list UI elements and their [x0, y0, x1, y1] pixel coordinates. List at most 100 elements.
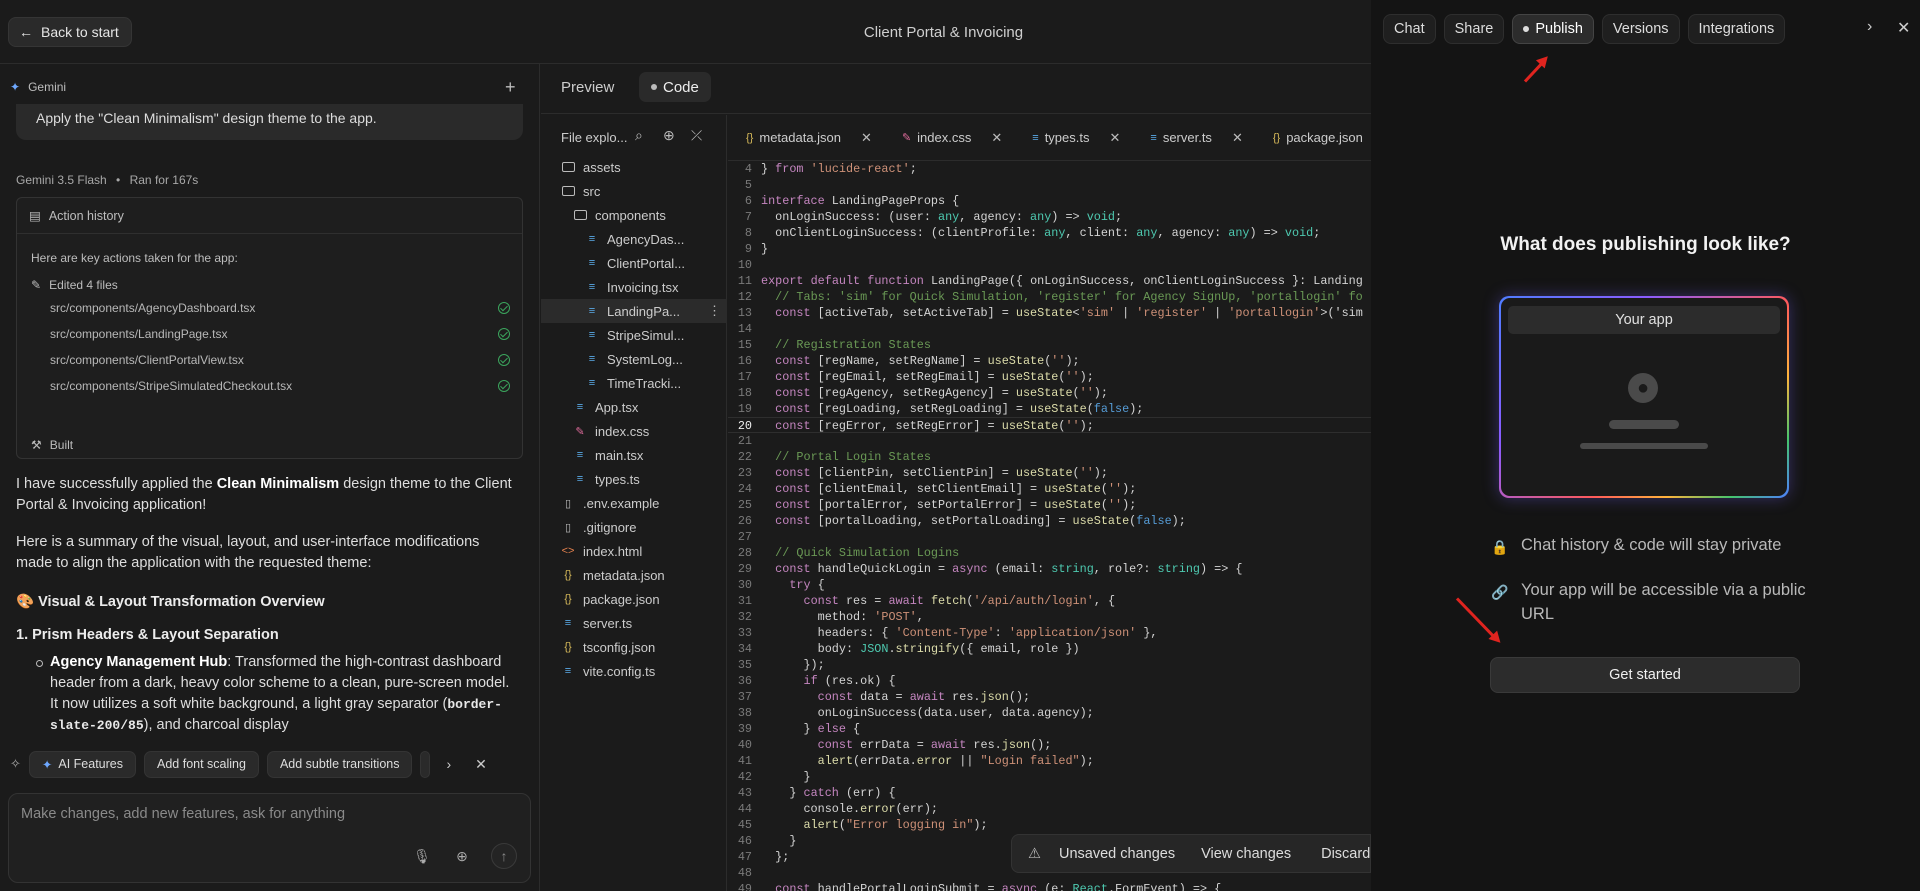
code-line[interactable]: 5	[728, 177, 1371, 193]
tree-item[interactable]: {} metadata.json	[541, 563, 727, 587]
edited-file-row[interactable]: src/components/AgencyDashboard.tsx	[50, 301, 510, 315]
close-tab-icon[interactable]: ✕	[861, 130, 872, 146]
code-line[interactable]: 42 }	[728, 769, 1371, 785]
chat-scroll[interactable]: Apply the "Clean Minimalism" design them…	[0, 104, 540, 784]
new-file-icon[interactable]: ⊕	[663, 127, 675, 144]
code-line[interactable]: 14	[728, 321, 1371, 337]
tree-item[interactable]: ≡ vite.config.ts	[541, 659, 727, 683]
code-line[interactable]: 24 const [clientEmail, setClientEmail] =…	[728, 481, 1371, 497]
code-line[interactable]: 40 const errData = await res.json();	[728, 737, 1371, 753]
code-line[interactable]: 32 method: 'POST',	[728, 609, 1371, 625]
tab-chat[interactable]: Chat	[1383, 14, 1436, 44]
tree-item[interactable]: src	[541, 179, 727, 203]
edited-file-row[interactable]: src/components/ClientPortalView.tsx	[50, 353, 510, 367]
code-line[interactable]: 26 const [portalLoading, setPortalLoadin…	[728, 513, 1371, 529]
code-line[interactable]: 21	[728, 433, 1371, 449]
code-line[interactable]: 17 const [regEmail, setRegEmail] = useSt…	[728, 369, 1371, 385]
code-line[interactable]: 38 onLoginSuccess(data.user, data.agency…	[728, 705, 1371, 721]
tree-item[interactable]: ≡ StripeSimul...	[541, 323, 727, 347]
code-line[interactable]: 15 // Registration States	[728, 337, 1371, 353]
code-line[interactable]: 31 const res = await fetch('/api/auth/lo…	[728, 593, 1371, 609]
tab-integrations[interactable]: Integrations	[1687, 14, 1786, 44]
close-tab-icon[interactable]: ✕	[1109, 130, 1120, 146]
tree-item[interactable]: ≡ AgencyDas...	[541, 227, 727, 251]
tree-item[interactable]: ≡ server.ts	[541, 611, 727, 635]
chevron-right-icon[interactable]: ›	[446, 756, 451, 772]
tab-code[interactable]: Code	[639, 72, 711, 102]
close-icon[interactable]: ✕	[1897, 18, 1910, 38]
code-line[interactable]: 6 interface LandingPageProps {	[728, 193, 1371, 209]
code-line[interactable]: 41 alert(errData.error || "Login failed"…	[728, 753, 1371, 769]
new-chat-button[interactable]: +	[505, 77, 516, 98]
file-tab[interactable]: ✎ index.css ✕	[884, 115, 1014, 160]
tree-item[interactable]: ≡ LandingPa... ⋮	[541, 299, 727, 323]
code-line[interactable]: 45 alert("Error logging in");	[728, 817, 1371, 833]
file-tab[interactable]: ≡ server.ts ✕	[1132, 115, 1254, 160]
tree-item[interactable]: ≡ TimeTracki...	[541, 371, 727, 395]
code-line[interactable]: 20 const [regError, setRegError] = useSt…	[728, 417, 1371, 433]
tab-share[interactable]: Share	[1443, 14, 1505, 44]
tree-item[interactable]: ▯ .gitignore	[541, 515, 727, 539]
code-line[interactable]: 4} from 'lucide-react';	[728, 161, 1371, 177]
edited-file-row[interactable]: src/components/LandingPage.tsx	[50, 327, 510, 341]
add-attachment-icon[interactable]: ⊕	[449, 843, 475, 869]
code-line[interactable]: 28 // Quick Simulation Logins	[728, 545, 1371, 561]
discard-button[interactable]: Discard	[1321, 846, 1370, 862]
file-tab[interactable]: ≡ types.ts ✕	[1014, 115, 1132, 160]
tree-item[interactable]: {} tsconfig.json	[541, 635, 727, 659]
tree-item[interactable]: assets	[541, 155, 727, 179]
code-line[interactable]: 22 // Portal Login States	[728, 449, 1371, 465]
code-line[interactable]: 19 const [regLoading, setRegLoading] = u…	[728, 401, 1371, 417]
tree-item[interactable]: ≡ App.tsx	[541, 395, 727, 419]
suggestion-more[interactable]	[420, 750, 431, 778]
tree-item[interactable]: ≡ Invoicing.tsx	[541, 275, 727, 299]
tree-item[interactable]: ≡ types.ts	[541, 467, 727, 491]
tree-item[interactable]: <> index.html	[541, 539, 727, 563]
code-line[interactable]: 43 } catch (err) {	[728, 785, 1371, 801]
view-changes-button[interactable]: View changes	[1201, 846, 1291, 862]
tree-item[interactable]: ▯ .env.example	[541, 491, 727, 515]
search-icon[interactable]: ⌕	[635, 127, 643, 144]
code-line[interactable]: 10	[728, 257, 1371, 273]
tab-versions[interactable]: Versions	[1601, 14, 1680, 44]
code-line[interactable]: 44 console.error(err);	[728, 801, 1371, 817]
more-icon[interactable]: ⋮	[708, 303, 721, 319]
prompt-input[interactable]	[21, 806, 501, 822]
code-line[interactable]: 7 onLoginSuccess: (user: any, agency: an…	[728, 209, 1371, 225]
code-line[interactable]: 34 body: JSON.stringify({ email, role })	[728, 641, 1371, 657]
code-line[interactable]: 23 const [clientPin, setClientPin] = use…	[728, 465, 1371, 481]
code-line[interactable]: 37 const data = await res.json();	[728, 689, 1371, 705]
chevron-right-icon[interactable]: ›	[1867, 18, 1872, 36]
file-tab[interactable]: {} metadata.json ✕	[728, 115, 884, 160]
get-started-button[interactable]: Get started	[1490, 657, 1800, 693]
tab-preview[interactable]: Preview	[549, 72, 626, 102]
tree-item[interactable]: components	[541, 203, 727, 227]
tree-item[interactable]: ✎ index.css	[541, 419, 727, 443]
suggestion-font-scaling[interactable]: Add font scaling	[144, 750, 259, 778]
code-line[interactable]: 30 try {	[728, 577, 1371, 593]
code-line[interactable]: 27	[728, 529, 1371, 545]
code-line[interactable]: 9}	[728, 241, 1371, 257]
code-lines[interactable]: 4} from 'lucide-react'; 5 6 interface Landi…	[728, 161, 1371, 891]
tree-item[interactable]: ≡ ClientPortal...	[541, 251, 727, 275]
suggestion-transitions[interactable]: Add subtle transitions	[266, 750, 413, 778]
code-line[interactable]: 35 });	[728, 657, 1371, 673]
tree-item[interactable]: ≡ SystemLog...	[541, 347, 727, 371]
code-line[interactable]: 11 export default function LandingPage({ …	[728, 273, 1371, 289]
code-line[interactable]: 29 const handleQuickLogin = async (email…	[728, 561, 1371, 577]
tree-item[interactable]: ≡ main.tsx	[541, 443, 727, 467]
code-line[interactable]: 18 const [regAgency, setRegAgency] = use…	[728, 385, 1371, 401]
code-line[interactable]: 13 const [activeTab, setActiveTab] = use…	[728, 305, 1371, 321]
code-line[interactable]: 25 const [portalError, setPortalError] =…	[728, 497, 1371, 513]
code-line[interactable]: 8 onClientLoginSuccess: (clientProfile: …	[728, 225, 1371, 241]
suggestion-ai-features[interactable]: ✦ AI Features	[28, 750, 137, 778]
code-line[interactable]: 16 const [regName, setRegName] = useStat…	[728, 353, 1371, 369]
code-line[interactable]: 49 const handlePortalLoginSubmit = async…	[728, 881, 1371, 891]
file-tab[interactable]: {}package.json✕	[1255, 115, 1371, 160]
action-history-header[interactable]: ▤ Action history	[17, 198, 522, 234]
tree-item[interactable]: {} package.json	[541, 587, 727, 611]
send-button[interactable]: ↑	[491, 843, 517, 869]
close-icon[interactable]: ✕	[475, 756, 487, 773]
code-line[interactable]: 33 headers: { 'Content-Type': 'applicati…	[728, 625, 1371, 641]
edited-file-row[interactable]: src/components/StripeSimulatedCheckout.t…	[50, 379, 510, 393]
